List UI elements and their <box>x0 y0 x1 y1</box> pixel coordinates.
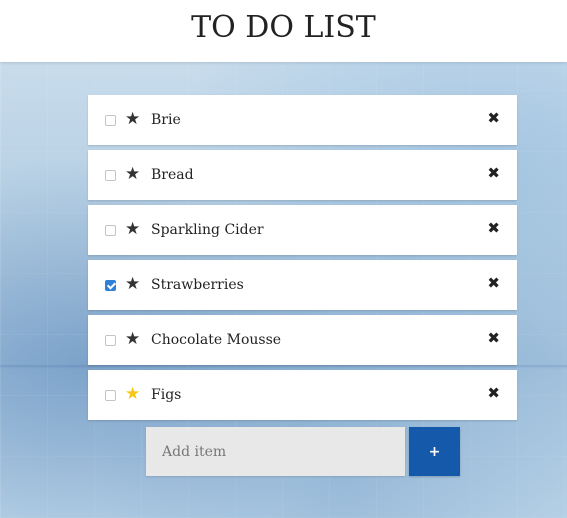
item-checkbox[interactable] <box>105 390 116 401</box>
list-item: ★ Brie ✖ <box>88 95 517 145</box>
add-item-button[interactable]: + <box>409 427 460 476</box>
item-label: Bread <box>151 167 194 183</box>
star-icon[interactable]: ★ <box>125 329 140 349</box>
item-label: Brie <box>151 112 181 128</box>
delete-icon[interactable]: ✖ <box>487 218 500 238</box>
list-item: ★ Sparkling Cider ✖ <box>88 205 517 255</box>
delete-icon[interactable]: ✖ <box>487 273 500 293</box>
delete-icon[interactable]: ✖ <box>487 328 500 348</box>
page-title: TO DO LIST <box>191 10 376 45</box>
star-icon[interactable]: ★ <box>125 164 140 184</box>
todo-list: ★ Brie ✖ ★ Bread ✖ ★ Sparkling Cider ✖ ★… <box>88 95 517 425</box>
add-item-form: + <box>146 427 460 476</box>
item-checkbox[interactable] <box>105 170 116 181</box>
item-checkbox[interactable] <box>105 225 116 236</box>
delete-icon[interactable]: ✖ <box>487 383 500 403</box>
item-checkbox[interactable] <box>105 335 116 346</box>
star-icon[interactable]: ★ <box>125 219 140 239</box>
item-label: Sparkling Cider <box>151 222 264 238</box>
add-item-input[interactable] <box>146 427 405 476</box>
item-checkbox[interactable] <box>105 115 116 126</box>
item-label: Chocolate Mousse <box>151 332 282 348</box>
checkmark-icon <box>106 280 117 290</box>
star-icon[interactable]: ★ <box>125 274 140 294</box>
item-label: Figs <box>151 387 182 403</box>
delete-icon[interactable]: ✖ <box>487 163 500 183</box>
star-icon[interactable]: ★ <box>125 109 140 129</box>
item-checkbox[interactable] <box>105 280 117 291</box>
list-item: ★ Strawberries ✖ <box>88 260 517 310</box>
list-item: ★ Chocolate Mousse ✖ <box>88 315 517 365</box>
list-item: ★ Figs ✖ <box>88 370 517 420</box>
page-header: TO DO LIST <box>0 0 567 62</box>
delete-icon[interactable]: ✖ <box>487 108 500 128</box>
star-icon[interactable]: ★ <box>125 384 140 404</box>
item-label: Strawberries <box>151 277 244 293</box>
list-item: ★ Bread ✖ <box>88 150 517 200</box>
